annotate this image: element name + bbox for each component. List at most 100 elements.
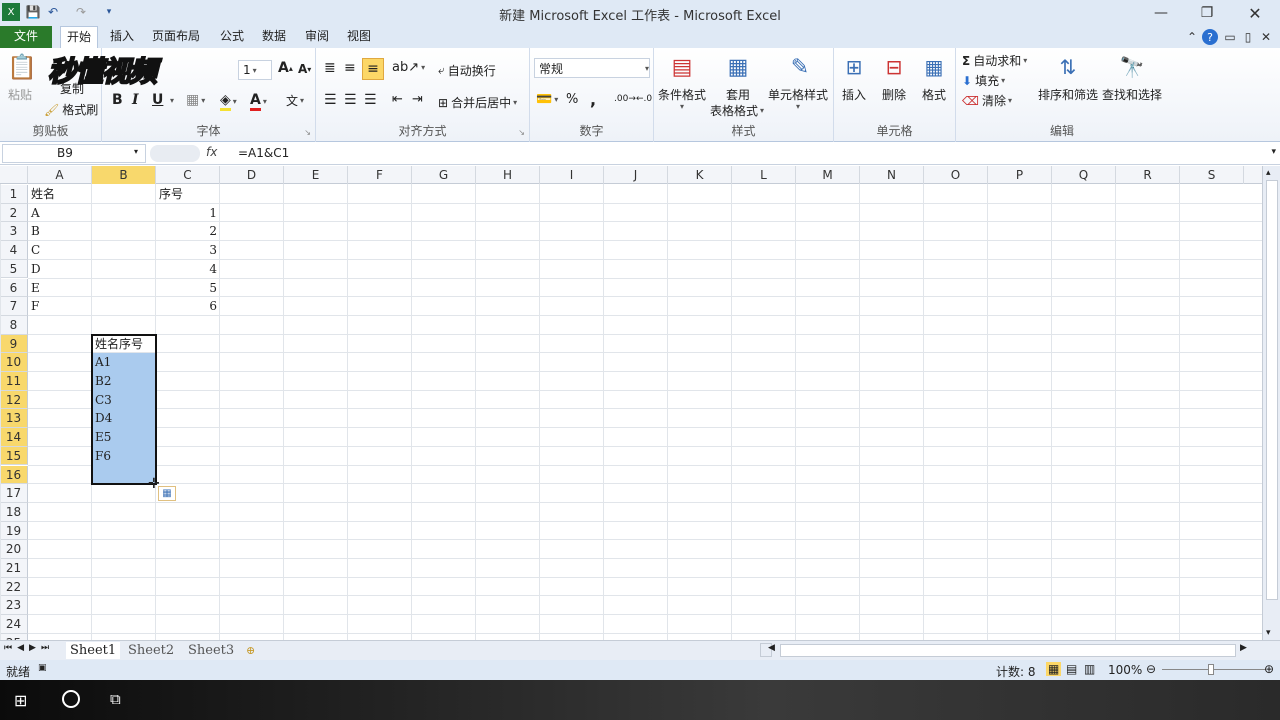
cell-A4[interactable]: C bbox=[31, 241, 89, 259]
cell-B9[interactable]: 姓名序号 bbox=[95, 335, 153, 353]
autosum-button[interactable]: Σ 自动求和 ▾ bbox=[962, 52, 1027, 69]
tab-data[interactable]: 数据 bbox=[256, 26, 292, 48]
align-left-icon[interactable]: ☰ bbox=[324, 92, 337, 108]
row-header-19[interactable]: 19 bbox=[0, 521, 28, 541]
row-header-8[interactable]: 8 bbox=[0, 315, 28, 335]
column-header-A[interactable]: A bbox=[28, 166, 92, 184]
close-button[interactable]: ✕ bbox=[1232, 0, 1278, 26]
new-sheet-icon[interactable]: ⊕ bbox=[246, 642, 255, 659]
fill-button[interactable]: ⬇ 填充 ▾ bbox=[962, 72, 1005, 89]
tab-view[interactable]: 视图 bbox=[341, 26, 377, 48]
decrease-decimal-icon[interactable]: ←.0 bbox=[636, 94, 652, 104]
merge-center-button[interactable]: ⊞ 合并后居中 ▾ bbox=[438, 94, 517, 111]
page-break-view-icon[interactable]: ▥ bbox=[1084, 662, 1095, 676]
phonetic-icon[interactable]: 文 ▾ bbox=[286, 92, 304, 109]
cell-A5[interactable]: D bbox=[31, 260, 89, 278]
find-select-button[interactable]: 查找和选择 bbox=[1102, 86, 1162, 103]
cell-B14[interactable]: E5 bbox=[95, 428, 153, 446]
scroll-down-icon[interactable]: ▾ bbox=[1266, 628, 1271, 638]
column-header-I[interactable]: I bbox=[540, 166, 604, 184]
cell-C7[interactable]: 6 bbox=[159, 297, 217, 315]
scroll-thumb[interactable] bbox=[1266, 180, 1278, 600]
increase-indent-icon[interactable]: ⇥ bbox=[412, 92, 423, 107]
tab-page-layout[interactable]: 页面布局 bbox=[146, 26, 206, 48]
cell-C1[interactable]: 序号 bbox=[159, 185, 217, 203]
minimize-button[interactable]: — bbox=[1138, 0, 1184, 26]
clear-button[interactable]: ⌫ 清除 ▾ bbox=[962, 92, 1012, 109]
column-header-H[interactable]: H bbox=[476, 166, 540, 184]
task-view-icon[interactable]: ⧉ bbox=[110, 690, 121, 708]
percent-icon[interactable]: % bbox=[566, 92, 578, 107]
expand-formula-icon[interactable]: ▾ bbox=[1271, 147, 1276, 157]
row-header-13[interactable]: 13 bbox=[0, 409, 28, 429]
cell-A2[interactable]: A bbox=[31, 204, 89, 222]
tab-review[interactable]: 审阅 bbox=[299, 26, 335, 48]
row-header-1[interactable]: 1 bbox=[0, 185, 28, 204]
increase-decimal-icon[interactable]: .00→ bbox=[614, 94, 636, 104]
zoom-slider[interactable] bbox=[1162, 669, 1266, 670]
name-box-chevron-icon[interactable]: ▾ bbox=[134, 147, 138, 156]
row-header-18[interactable]: 18 bbox=[0, 502, 28, 522]
comma-icon[interactable]: , bbox=[590, 90, 596, 109]
column-header-L[interactable]: L bbox=[732, 166, 796, 184]
tab-file[interactable]: 文件 bbox=[0, 26, 52, 48]
sheet-tab-3[interactable]: Sheet3 bbox=[188, 642, 234, 659]
row-header-24[interactable]: 24 bbox=[0, 615, 28, 634]
insert-function-icon[interactable]: fx bbox=[206, 145, 217, 159]
column-header-N[interactable]: N bbox=[860, 166, 924, 184]
column-header-K[interactable]: K bbox=[668, 166, 732, 184]
paste-icon[interactable]: 📋 bbox=[6, 52, 38, 82]
formula-input[interactable]: =A1&C1 bbox=[238, 146, 289, 160]
sort-filter-button[interactable]: 排序和筛选 bbox=[1038, 86, 1098, 103]
workbook-close-icon[interactable]: ✕ bbox=[1258, 29, 1274, 45]
align-top-icon[interactable]: ≣ bbox=[324, 60, 336, 76]
conditional-format-button[interactable]: 条件格式 bbox=[658, 86, 706, 103]
orientation-icon[interactable]: ab↗ ▾ bbox=[392, 60, 425, 75]
sheet-nav-icon[interactable]: ⏮◀▶⏭ bbox=[4, 643, 54, 653]
page-layout-view-icon[interactable]: ▤ bbox=[1066, 662, 1077, 676]
format-button[interactable]: 格式 bbox=[922, 86, 946, 103]
currency-icon[interactable]: 💳 ▾ bbox=[536, 92, 558, 107]
cell-C6[interactable]: 5 bbox=[159, 279, 217, 297]
tab-insert[interactable]: 插入 bbox=[104, 26, 140, 48]
row-header-10[interactable]: 10 bbox=[0, 353, 28, 372]
align-middle-icon[interactable]: ≡ bbox=[344, 60, 356, 76]
bold-button[interactable]: B bbox=[112, 92, 123, 108]
column-header-M[interactable]: M bbox=[796, 166, 860, 184]
restore-button[interactable]: ❐ bbox=[1184, 0, 1230, 26]
row-header-7[interactable]: 7 bbox=[0, 297, 28, 316]
cell-A3[interactable]: B bbox=[31, 222, 89, 240]
vertical-scrollbar[interactable]: ▴ ▾ bbox=[1262, 166, 1280, 640]
column-header-D[interactable]: D bbox=[220, 166, 284, 184]
cell-A1[interactable]: 姓名 bbox=[31, 185, 89, 203]
scroll-right-icon[interactable]: ▶ bbox=[1240, 643, 1247, 653]
underline-dropdown[interactable]: ▾ bbox=[168, 96, 174, 105]
collapse-ribbon-icon[interactable]: ⌃ bbox=[1184, 29, 1200, 45]
horizontal-scrollbar[interactable] bbox=[780, 644, 1236, 657]
zoom-in-icon[interactable]: ⊕ bbox=[1264, 662, 1274, 676]
name-box[interactable]: B9 bbox=[2, 144, 146, 163]
border-icon[interactable]: ▦ ▾ bbox=[186, 92, 205, 108]
column-header-F[interactable]: F bbox=[348, 166, 412, 184]
cell-B15[interactable]: F6 bbox=[95, 447, 153, 465]
cell-styles-button[interactable]: 单元格样式 bbox=[768, 86, 828, 103]
row-header-15[interactable]: 15 bbox=[0, 446, 28, 466]
row-header-20[interactable]: 20 bbox=[0, 540, 28, 559]
shrink-font-icon[interactable]: A ▾ bbox=[298, 62, 311, 76]
row-header-12[interactable]: 12 bbox=[0, 390, 28, 410]
format-table-button-line2[interactable]: 表格格式 ▾ bbox=[710, 102, 764, 119]
search-icon[interactable] bbox=[62, 690, 80, 708]
windows-start-icon[interactable]: ⊞ bbox=[14, 691, 27, 710]
underline-button[interactable]: U bbox=[152, 92, 163, 108]
column-header-J[interactable]: J bbox=[604, 166, 668, 184]
zoom-out-icon[interactable]: ⊖ bbox=[1146, 662, 1156, 676]
cell-B12[interactable]: C3 bbox=[95, 391, 153, 409]
row-header-22[interactable]: 22 bbox=[0, 577, 28, 597]
cell-B11[interactable]: B2 bbox=[95, 372, 153, 390]
cell-B10[interactable]: A1 bbox=[95, 353, 153, 371]
format-painter-button[interactable]: 🖌 格式刷 bbox=[44, 101, 98, 118]
insert-button[interactable]: 插入 bbox=[842, 86, 866, 103]
workbook-restore-icon[interactable]: ▯ bbox=[1240, 29, 1256, 45]
cell-C4[interactable]: 3 bbox=[159, 241, 217, 259]
row-header-4[interactable]: 4 bbox=[0, 241, 28, 260]
